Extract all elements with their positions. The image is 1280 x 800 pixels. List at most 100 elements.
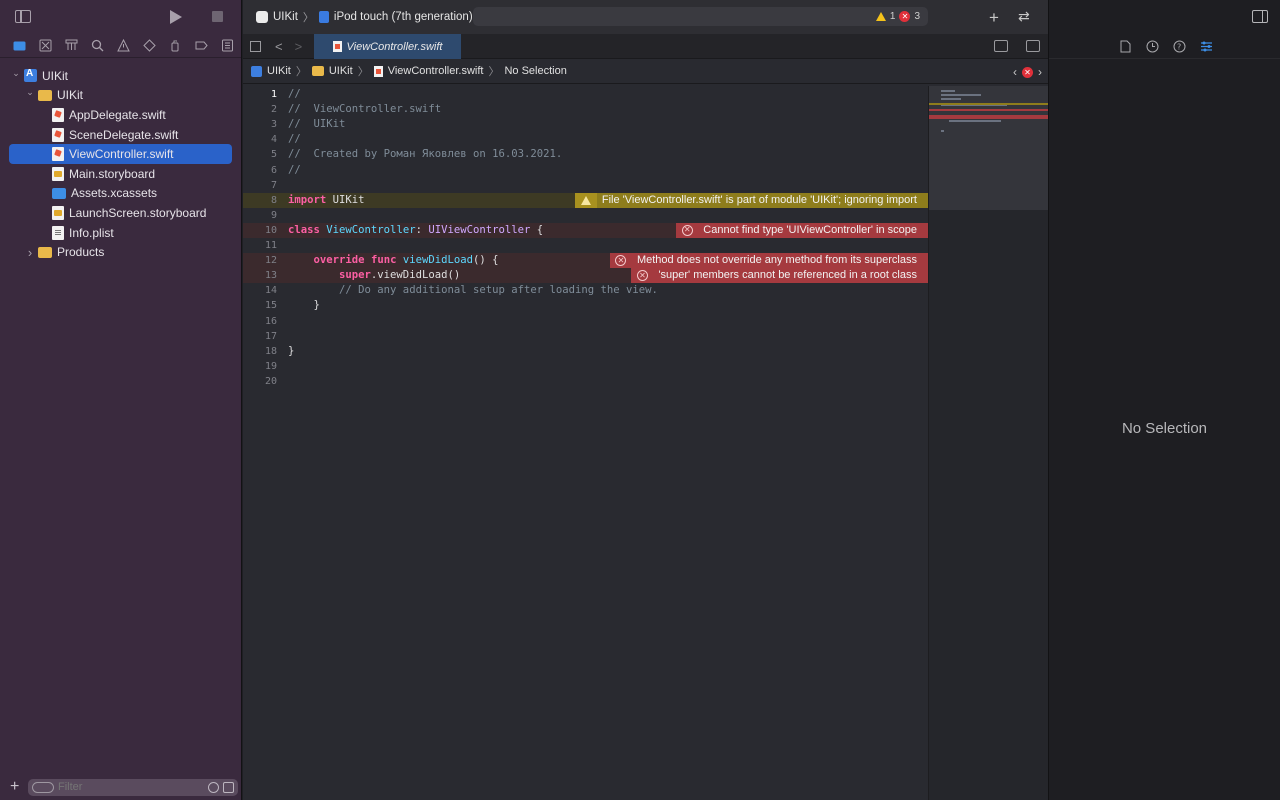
chevron-right-icon[interactable]: › — [24, 245, 36, 260]
code-text[interactable]: // UIKit — [288, 117, 345, 132]
jumpbar-file[interactable]: ViewController.swift — [388, 65, 484, 77]
breakpoint-navigator-tab[interactable] — [189, 34, 215, 58]
scheme-device-label[interactable]: iPod touch (7th generation) — [334, 11, 473, 23]
code-line[interactable]: 11 — [243, 238, 928, 253]
line-number[interactable]: 12 — [243, 253, 277, 268]
jumpbar-symbol[interactable]: No Selection — [504, 65, 566, 77]
line-number[interactable]: 4 — [243, 132, 277, 147]
attributes-inspector-tab[interactable] — [1200, 40, 1213, 53]
line-number[interactable]: 19 — [243, 359, 277, 374]
code-line[interactable]: 3 // UIKit — [243, 117, 928, 132]
line-number[interactable]: 6 — [243, 163, 277, 178]
navigator-item[interactable]: ⌄ UIKit — [0, 86, 241, 106]
code-line[interactable]: 16 — [243, 314, 928, 329]
code-line[interactable]: 20 — [243, 374, 928, 389]
error-badge[interactable]: ✕ — [676, 222, 699, 238]
code-text[interactable]: override func viewDidLoad() { — [288, 253, 499, 268]
navigator-item[interactable]: LaunchScreen.storyboard — [0, 203, 241, 223]
report-navigator-tab[interactable] — [215, 34, 241, 58]
jumpbar-project[interactable]: UIKit — [267, 65, 291, 77]
line-number[interactable]: 10 — [243, 223, 277, 238]
error-annotation[interactable]: ✕ 'super' members cannot be referenced in… — [631, 268, 928, 284]
go-back-button[interactable]: < — [275, 39, 283, 54]
quick-help-tab[interactable]: ? — [1173, 40, 1186, 53]
inspector-toggle-icon[interactable] — [1252, 10, 1268, 23]
navigator-item[interactable]: Assets.xcassets — [0, 184, 241, 204]
line-number[interactable]: 3 — [243, 117, 277, 132]
filter-field[interactable] — [28, 778, 238, 796]
code-line[interactable]: 15 } — [243, 298, 928, 313]
code-line[interactable]: 5 // Created by Роман Яковлев on 16.03.20… — [243, 147, 928, 162]
line-number[interactable]: 20 — [243, 374, 277, 389]
error-icon[interactable]: ✕ — [1022, 66, 1033, 78]
file-inspector-tab[interactable] — [1119, 40, 1132, 53]
navigator-item[interactable]: ViewController.swift — [0, 144, 241, 164]
add-file-button[interactable]: + — [10, 778, 20, 796]
sidebar-toggle-icon[interactable] — [15, 10, 31, 23]
next-issue-button[interactable]: › — [1038, 65, 1042, 79]
jumpbar-group[interactable]: UIKit — [329, 65, 353, 77]
editor-options-icon[interactable] — [994, 40, 1008, 52]
code-text[interactable]: // — [288, 132, 301, 147]
line-number[interactable]: 11 — [243, 238, 277, 253]
code-line[interactable]: 14 // Do any additional setup after load… — [243, 283, 928, 298]
code-text[interactable]: } — [288, 344, 294, 359]
source-editor[interactable]: 1//2// ViewController.swift 3// UIKit 4//5… — [243, 86, 928, 800]
navigator-item[interactable]: ⌄ UIKit — [0, 66, 241, 86]
code-line[interactable]: 9 — [243, 208, 928, 223]
code-line[interactable]: 12 override func viewDidLoad() { ✕ Method … — [243, 253, 928, 269]
go-forward-button[interactable]: > — [295, 39, 303, 54]
warning-badge[interactable] — [574, 192, 597, 208]
error-annotation[interactable]: ✕ Method does not override any method fro… — [609, 253, 928, 269]
navigator-item[interactable]: AppDelegate.swift — [0, 105, 241, 125]
code-line[interactable]: 17 — [243, 329, 928, 344]
line-number[interactable]: 14 — [243, 283, 277, 298]
error-annotation[interactable]: ✕ Cannot find type 'UIViewController' in … — [676, 222, 928, 238]
navigator-item[interactable]: SceneDelegate.swift — [0, 125, 241, 145]
find-navigator-tab[interactable] — [84, 34, 110, 58]
line-number[interactable]: 2 — [243, 102, 277, 117]
line-number[interactable]: 9 — [243, 208, 277, 223]
tab-viewcontroller-swift[interactable]: ViewController.swift — [314, 34, 461, 59]
code-line[interactable]: 6 // — [243, 163, 928, 178]
recent-files-icon[interactable] — [208, 781, 219, 793]
issue-navigator-tab[interactable] — [110, 34, 136, 58]
line-number[interactable]: 13 — [243, 268, 277, 283]
code-review-button[interactable]: ⇄ — [1018, 8, 1030, 25]
code-line[interactable]: 7 — [243, 178, 928, 193]
code-line[interactable]: 1 // — [243, 87, 928, 102]
chevron-down-icon[interactable]: ⌄ — [10, 67, 22, 79]
chevron-down-icon[interactable]: ⌄ — [24, 87, 36, 99]
navigator-item[interactable]: Main.storyboard — [0, 164, 241, 184]
line-number[interactable]: 16 — [243, 314, 277, 329]
debug-navigator-tab[interactable] — [163, 34, 189, 58]
error-badge[interactable]: ✕ — [631, 268, 654, 284]
source-control-tab[interactable] — [32, 34, 58, 58]
line-number[interactable]: 15 — [243, 298, 277, 313]
warning-count[interactable]: 1 — [890, 11, 896, 22]
code-text[interactable]: class ViewController: UIViewController { — [288, 223, 543, 238]
line-number[interactable]: 1 — [243, 87, 277, 102]
code-text[interactable]: // — [288, 87, 301, 102]
code-text[interactable]: import UIKit — [288, 193, 365, 208]
previous-issue-button[interactable]: ‹ — [1013, 65, 1017, 79]
code-line[interactable]: 10 class ViewController: UIViewController… — [243, 222, 928, 238]
filter-icon[interactable] — [32, 781, 54, 793]
scheme-selector[interactable]: UIKit 〉 iPod touch (7th generation) — [256, 9, 473, 25]
symbol-navigator-tab[interactable] — [58, 34, 84, 58]
source-control-filter-icon[interactable] — [223, 781, 234, 793]
code-text[interactable]: } — [288, 298, 320, 313]
code-text[interactable]: // Do any additional setup after loading… — [288, 283, 658, 298]
line-number[interactable]: 17 — [243, 329, 277, 344]
code-line[interactable]: 8 import UIKit File 'ViewController.swift'… — [243, 192, 928, 208]
line-number[interactable]: 7 — [243, 178, 277, 193]
code-text[interactable]: // Created by Роман Яковлев on 16.03.202… — [288, 147, 562, 162]
code-text[interactable]: super.viewDidLoad() — [288, 268, 460, 283]
run-button[interactable] — [170, 10, 182, 24]
code-text[interactable]: // ViewController.swift — [288, 102, 441, 117]
code-line[interactable]: 19 — [243, 359, 928, 374]
related-items-icon[interactable] — [250, 40, 261, 52]
folder-navigator-tab[interactable] — [6, 34, 32, 58]
code-line[interactable]: 2 // ViewController.swift — [243, 102, 928, 117]
line-number[interactable]: 18 — [243, 344, 277, 359]
